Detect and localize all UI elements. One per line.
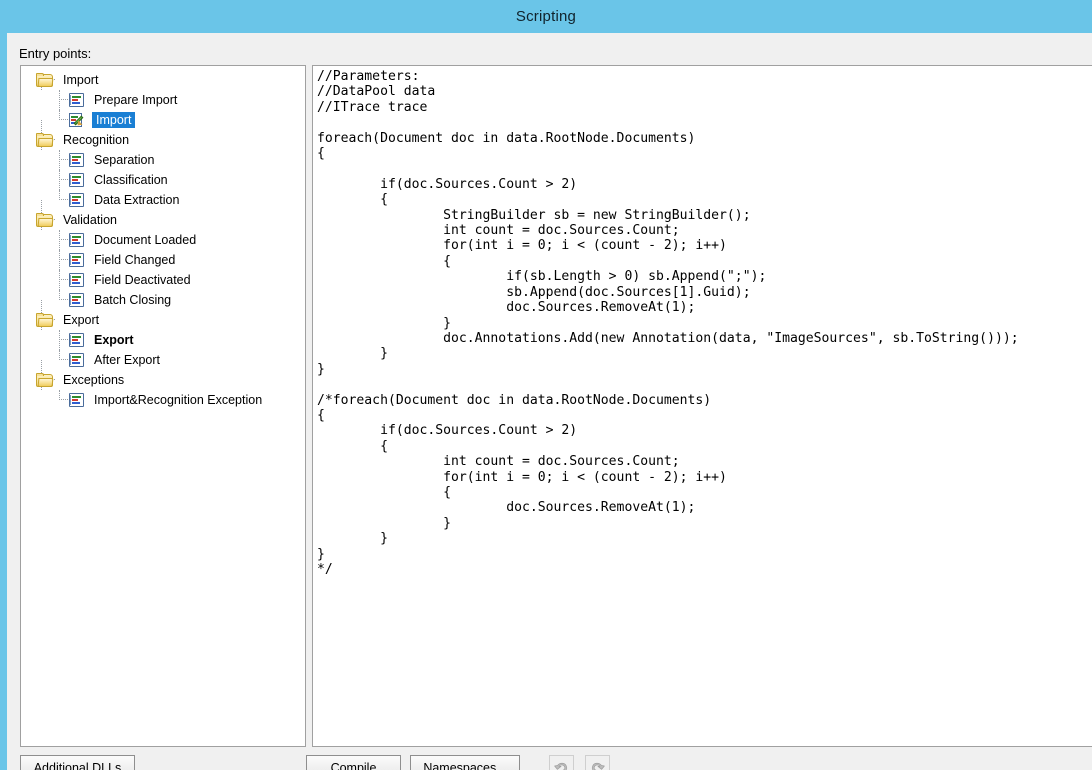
tree-item[interactable]: Recognition	[21, 120, 305, 150]
script-icon	[69, 392, 85, 408]
tree-item-label: Data Extraction	[94, 193, 180, 207]
tree-connector-vertical	[59, 270, 60, 290]
namespaces-button[interactable]: Namespaces...	[410, 755, 520, 770]
scripting-dialog: Scripting Entry points: Import Prepare Im…	[0, 0, 1092, 770]
tree-item-label: Classification	[94, 173, 168, 187]
entry-points-tree-panel[interactable]: Import Prepare Import Import Recognition Sep…	[20, 65, 306, 747]
tree-item[interactable]: Document Loaded	[21, 230, 305, 250]
additional-dlls-button[interactable]: Additional DLLs	[20, 755, 135, 770]
folder-icon	[36, 312, 54, 328]
tree-connector-vertical	[59, 110, 60, 120]
tree-item[interactable]: Validation	[21, 200, 305, 230]
tree-item[interactable]: Export	[21, 330, 305, 350]
tree-connector	[59, 279, 68, 280]
window-titlebar: Scripting	[0, 0, 1092, 33]
redo-button[interactable]	[585, 755, 610, 770]
tree-connector-vertical	[59, 390, 60, 400]
tree-item-label: Document Loaded	[94, 233, 197, 247]
script-icon	[69, 172, 85, 188]
tree-item-label: Import	[92, 112, 136, 128]
script-icon	[69, 332, 85, 348]
undo-button[interactable]	[549, 755, 574, 770]
tree-connector-vertical	[59, 90, 60, 110]
tree-connector	[59, 159, 68, 160]
tree-item-label: Import&Recognition Exception	[94, 393, 263, 407]
window-frame-left	[0, 33, 7, 770]
script-icon	[69, 252, 85, 268]
tree-item[interactable]: Import	[21, 110, 305, 130]
script-icon	[69, 192, 85, 208]
tree-connector	[59, 359, 68, 360]
tree-connector-vertical	[59, 190, 60, 200]
script-icon	[69, 92, 85, 108]
tree-item-label: Prepare Import	[94, 93, 178, 107]
folder-icon	[36, 372, 54, 388]
tree-connector-vertical	[59, 350, 60, 360]
script-icon	[69, 292, 85, 308]
folder-icon	[36, 72, 54, 88]
tree-item-label: Import	[63, 73, 99, 87]
tree-connector-vertical	[59, 150, 60, 170]
tree-item-label: Recognition	[63, 133, 130, 147]
redo-icon	[589, 759, 606, 770]
script-icon	[69, 352, 85, 368]
tree-connector-vertical	[59, 170, 60, 190]
tree-item[interactable]: Field Deactivated	[21, 270, 305, 290]
tree-connector	[59, 339, 68, 340]
tree-item-label: Separation	[94, 153, 155, 167]
script-editor-panel[interactable]: //Parameters: //DataPool data //ITrace t…	[312, 65, 1092, 747]
tree-connector-vertical	[59, 230, 60, 250]
undo-icon	[553, 759, 570, 770]
tree-connector	[59, 399, 68, 400]
dialog-body: Entry points: Import Prepare Import Import…	[7, 33, 1092, 770]
tree-item[interactable]: Prepare Import	[21, 90, 305, 110]
tree-item[interactable]: Import&Recognition Exception	[21, 390, 305, 410]
tree-connector	[59, 99, 68, 100]
tree-item-label: Batch Closing	[94, 293, 172, 307]
folder-icon	[36, 212, 54, 228]
tree-connector	[59, 119, 68, 120]
tree-connector	[59, 299, 68, 300]
script-code[interactable]: //Parameters: //DataPool data //ITrace t…	[317, 69, 1019, 577]
tree-item-label: Export	[94, 333, 134, 347]
tree-item-label: After Export	[94, 353, 160, 367]
tree-item-label: Field Changed	[94, 253, 176, 267]
script-icon	[69, 272, 85, 288]
tree-item[interactable]: Separation	[21, 150, 305, 170]
tree-item[interactable]: After Export	[21, 350, 305, 370]
script-icon	[69, 152, 85, 168]
window-title: Scripting	[515, 8, 577, 25]
tree-connector	[59, 179, 68, 180]
tree-connector-vertical	[59, 330, 60, 350]
tree-item-label: Export	[63, 313, 100, 327]
tree-item-label: Exceptions	[63, 373, 125, 387]
tree-item-label: Validation	[63, 213, 117, 227]
tree-connector-vertical	[59, 250, 60, 270]
entry-points-tree[interactable]: Import Prepare Import Import Recognition Sep…	[21, 66, 305, 410]
tree-connector	[59, 239, 68, 240]
tree-item[interactable]: Classification	[21, 170, 305, 190]
tree-connector	[59, 259, 68, 260]
tree-item[interactable]: Field Changed	[21, 250, 305, 270]
tree-connector-vertical	[59, 290, 60, 300]
script-icon	[69, 232, 85, 248]
tree-item-label: Field Deactivated	[94, 273, 191, 287]
entry-points-label: Entry points:	[19, 46, 92, 61]
tree-item[interactable]: Exceptions	[21, 360, 305, 390]
tree-item[interactable]: Export	[21, 300, 305, 330]
folder-icon	[36, 132, 54, 148]
tree-item[interactable]: Data Extraction	[21, 190, 305, 210]
compile-button[interactable]: Compile	[306, 755, 401, 770]
tree-connector	[59, 199, 68, 200]
edit-script-icon	[69, 112, 86, 128]
tree-item[interactable]: Batch Closing	[21, 290, 305, 310]
tree-item[interactable]: Import	[21, 70, 305, 90]
